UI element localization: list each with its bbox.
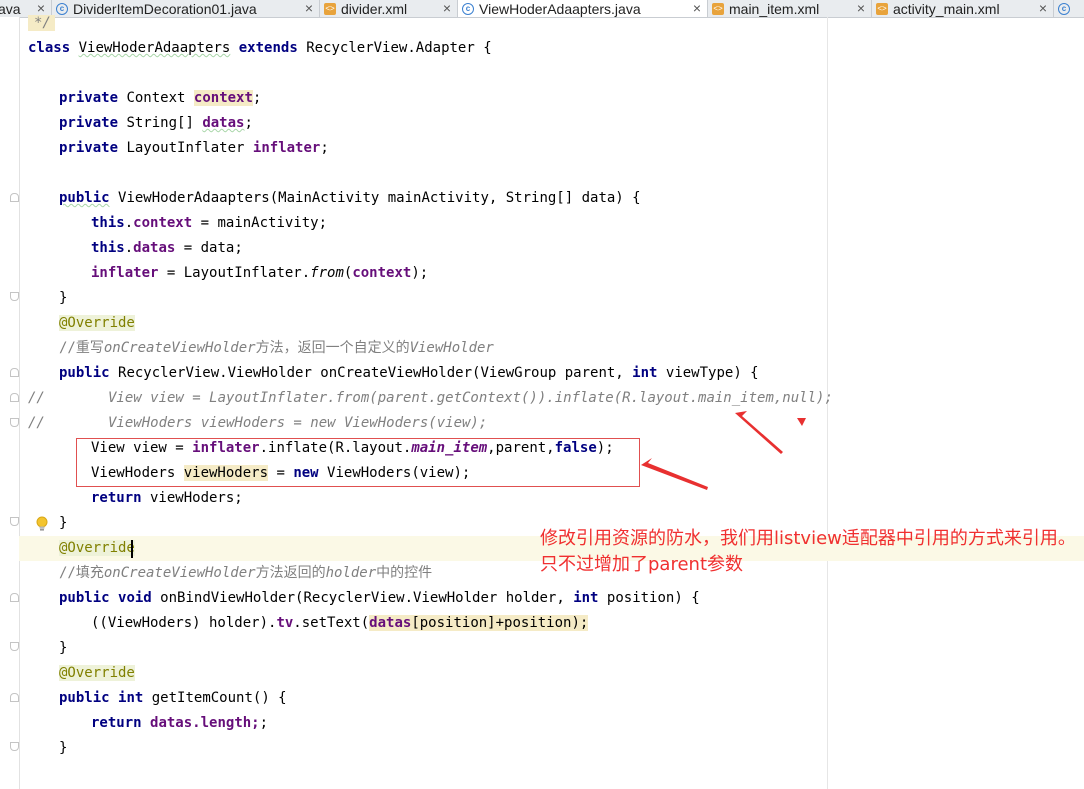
tab-main-item-xml[interactable]: <> main_item.xml × (708, 0, 872, 17)
code-line[interactable]: ViewHoders viewHoders = new ViewHoders(v… (91, 461, 470, 486)
lightbulb-icon[interactable] (35, 516, 49, 532)
code-line[interactable]: public RecyclerView.ViewHolder onCreateV… (59, 361, 759, 386)
arrow-tick (797, 418, 806, 426)
close-tab-icon[interactable]: × (1039, 0, 1047, 16)
code-line[interactable]: public int getItemCount() { (59, 686, 287, 711)
code-line[interactable]: class ViewHoderAdaapters extends Recycle… (28, 36, 492, 61)
tab-label: ViewHoderAdaapters.java (479, 1, 641, 17)
code-line[interactable]: this.datas = data; (91, 236, 243, 261)
code-line[interactable]: } (59, 636, 67, 661)
close-tab-icon[interactable]: × (305, 0, 313, 16)
code-line[interactable]: private Context context; (59, 86, 261, 111)
fold-marker-icon[interactable] (10, 517, 19, 526)
code-line[interactable]: } (59, 511, 67, 536)
java-file-icon: c (56, 2, 68, 15)
tab-label: DividerItemDecoration01.java (73, 0, 257, 17)
close-tab-icon[interactable]: × (693, 0, 701, 16)
code-line[interactable]: this.context = mainActivity; (91, 211, 327, 236)
text-cursor (131, 540, 133, 558)
fold-marker-icon[interactable] (10, 193, 19, 202)
java-file-icon: c (1058, 2, 1070, 15)
code-line[interactable]: } (59, 736, 67, 761)
fold-marker-icon[interactable] (10, 593, 19, 602)
java-file-icon: c (462, 3, 474, 15)
code-line[interactable]: */ (28, 11, 55, 36)
fold-marker-icon[interactable] (10, 292, 19, 301)
line-comment-marker: // (28, 415, 45, 431)
editor-tab-bar: ava × c DividerItemDecoration01.java × <… (0, 0, 1084, 18)
tab-activity-main-xml[interactable]: <> activity_main.xml × (872, 0, 1054, 17)
code-line[interactable]: //填充onCreateViewHolder方法返回的holder中的控件 (59, 561, 432, 586)
code-line[interactable]: } (59, 286, 67, 311)
fold-marker-icon[interactable] (10, 642, 19, 651)
code-line[interactable]: @Override (59, 311, 135, 336)
tab-label: ava (0, 0, 21, 17)
code-line[interactable]: ((ViewHoders) holder).tv.setText(datas[p… (91, 611, 589, 636)
tab-divider-item-decoration[interactable]: c DividerItemDecoration01.java × (52, 0, 320, 17)
code-line[interactable]: View view = inflater.inflate(R.layout.ma… (91, 436, 614, 461)
tab-label: divider.xml (341, 0, 408, 17)
fold-marker-icon[interactable] (10, 418, 19, 427)
close-tab-icon[interactable]: × (443, 0, 451, 16)
fold-marker-icon[interactable] (10, 742, 19, 751)
tab-overflow[interactable]: c (1054, 0, 1084, 17)
close-tab-icon[interactable]: × (857, 0, 865, 16)
arrow-upper (735, 411, 783, 454)
code-line[interactable]: inflater = LayoutInflater.from(context); (91, 261, 428, 286)
tab-label: main_item.xml (729, 0, 820, 17)
code-line[interactable]: public ViewHoderAdaapters(MainActivity m… (59, 186, 641, 211)
code-line[interactable]: private String[] datas; (59, 111, 253, 136)
code-line[interactable]: @Override (59, 661, 135, 686)
xml-file-icon: <> (712, 2, 724, 15)
arrow-lower (641, 458, 708, 490)
code-line[interactable]: public void onBindViewHolder(RecyclerVie… (59, 586, 700, 611)
code-line[interactable]: return viewHoders; (91, 486, 243, 511)
code-line[interactable]: @Override (59, 536, 135, 561)
fold-marker-icon[interactable] (10, 368, 19, 377)
code-line[interactable]: //重写onCreateViewHolder方法，返回一个自定义的ViewHol… (59, 336, 494, 361)
line-comment-marker: // (28, 390, 45, 406)
code-line[interactable]: ViewHoders viewHoders = new ViewHoders(v… (108, 411, 487, 436)
annotation-note: 修改引用资源的防水，我们用listview适配器中引用的方式来引用。只不过增加了… (540, 528, 1076, 575)
tab-divider-xml[interactable]: <> divider.xml × (320, 0, 458, 17)
fold-marker-icon[interactable] (10, 393, 19, 402)
editor-gutter (0, 17, 20, 789)
code-line[interactable]: View view = LayoutInflater.from(parent.g… (108, 386, 833, 411)
fold-marker-icon[interactable] (10, 693, 19, 702)
xml-file-icon: <> (324, 2, 336, 15)
tab-label: activity_main.xml (893, 0, 1000, 17)
code-line[interactable]: private LayoutInflater inflater; (59, 136, 329, 161)
code-line[interactable]: return datas.length;; (91, 711, 268, 736)
xml-file-icon: <> (876, 2, 888, 15)
tab-viewhoder-adaapters[interactable]: c ViewHoderAdaapters.java × (458, 0, 708, 17)
